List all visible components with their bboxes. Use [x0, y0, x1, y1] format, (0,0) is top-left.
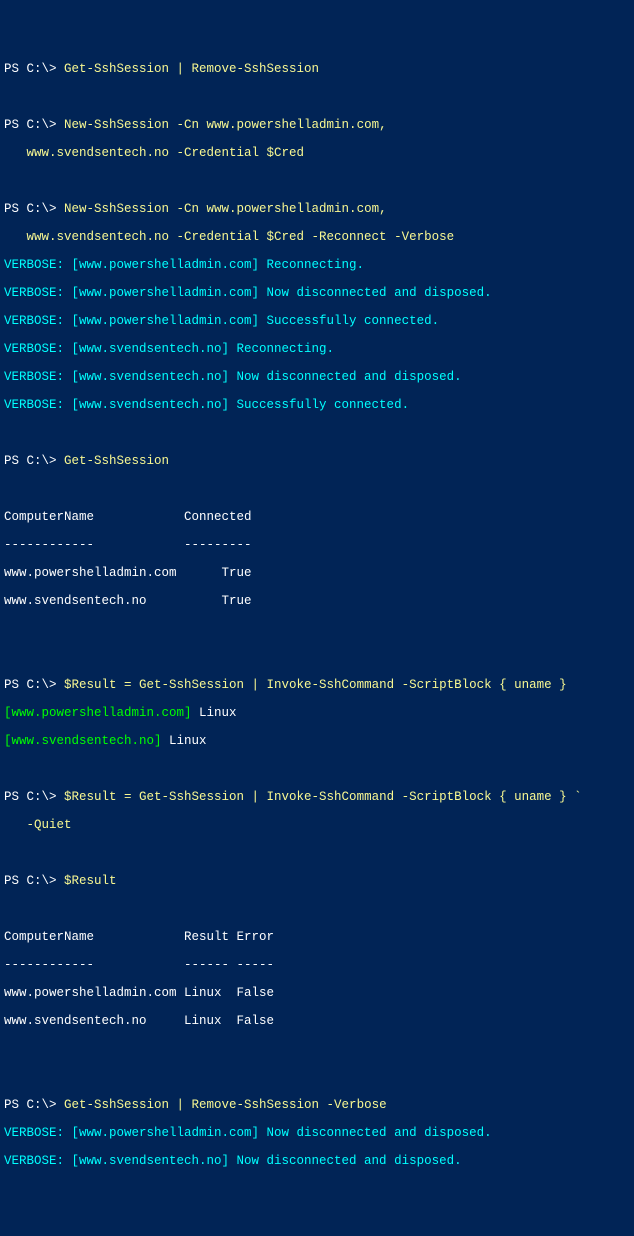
console-line[interactable]: PS C:\> $Result = Get-SshSession | Invok…: [4, 790, 630, 804]
blank-line: [4, 846, 630, 860]
prompt: PS C:\>: [4, 62, 64, 76]
verbose-output: VERBOSE: [www.svendsentech.no] Successfu…: [4, 398, 630, 412]
table-row: www.svendsentech.no True: [4, 594, 630, 608]
blank-line: [4, 1042, 630, 1056]
verbose-output: VERBOSE: [www.powershelladmin.com] Now d…: [4, 1126, 630, 1140]
command-text: New-SshSession -Cn www.powershelladmin.c…: [64, 118, 387, 132]
console-line[interactable]: PS C:\> Get-SshSession | Remove-SshSessi…: [4, 1098, 630, 1112]
prompt: PS C:\>: [4, 874, 64, 888]
command-text: $Result = Get-SshSession | Invoke-SshCom…: [64, 678, 567, 692]
console-line[interactable]: PS C:\> $Result: [4, 874, 630, 888]
command-text: Get-SshSession | Remove-SshSession: [64, 62, 319, 76]
result-text: Linux: [192, 706, 237, 720]
table-header-underline: ------------ ---------: [4, 538, 630, 552]
blank-line: [4, 426, 630, 440]
result-text: Linux: [162, 734, 207, 748]
prompt: PS C:\>: [4, 454, 64, 468]
command-continuation: www.svendsentech.no -Credential $Cred -R…: [4, 230, 630, 244]
blank-line: [4, 1070, 630, 1084]
command-text: Get-SshSession | Remove-SshSession -Verb…: [64, 1098, 387, 1112]
prompt: PS C:\>: [4, 118, 64, 132]
table-row: www.powershelladmin.com True: [4, 566, 630, 580]
host-bracket: [www.svendsentech.no]: [4, 734, 162, 748]
output-line: [www.svendsentech.no] Linux: [4, 734, 630, 748]
command-text: $Result: [64, 874, 117, 888]
console-line[interactable]: PS C:\> Get-SshSession | Remove-SshSessi…: [4, 62, 630, 76]
prompt: PS C:\>: [4, 678, 64, 692]
blank-line: [4, 174, 630, 188]
blank-line: [4, 762, 630, 776]
verbose-output: VERBOSE: [www.powershelladmin.com] Recon…: [4, 258, 630, 272]
blank-line: [4, 90, 630, 104]
blank-line: [4, 902, 630, 916]
verbose-output: VERBOSE: [www.svendsentech.no] Now disco…: [4, 370, 630, 384]
console-line[interactable]: PS C:\> New-SshSession -Cn www.powershel…: [4, 118, 630, 132]
console-line[interactable]: PS C:\> New-SshSession -Cn www.powershel…: [4, 202, 630, 216]
command-continuation: www.svendsentech.no -Credential $Cred: [4, 146, 630, 160]
prompt: PS C:\>: [4, 790, 64, 804]
blank-line: [4, 622, 630, 636]
host-bracket: [www.powershelladmin.com]: [4, 706, 192, 720]
command-text: New-SshSession -Cn www.powershelladmin.c…: [64, 202, 387, 216]
command-text: Get-SshSession: [64, 454, 169, 468]
table-header-underline: ------------ ------ -----: [4, 958, 630, 972]
prompt: PS C:\>: [4, 202, 64, 216]
command-text: $Result = Get-SshSession | Invoke-SshCom…: [64, 790, 582, 804]
blank-line: [4, 650, 630, 664]
verbose-output: VERBOSE: [www.svendsentech.no] Reconnect…: [4, 342, 630, 356]
verbose-output: VERBOSE: [www.svendsentech.no] Now disco…: [4, 1154, 630, 1168]
console-line[interactable]: PS C:\> Get-SshSession: [4, 454, 630, 468]
blank-line: [4, 482, 630, 496]
verbose-output: VERBOSE: [www.powershelladmin.com] Now d…: [4, 286, 630, 300]
table-row: www.powershelladmin.com Linux False: [4, 986, 630, 1000]
table-row: www.svendsentech.no Linux False: [4, 1014, 630, 1028]
command-continuation: -Quiet: [4, 818, 630, 832]
console-line[interactable]: PS C:\> $Result = Get-SshSession | Invok…: [4, 678, 630, 692]
table-header: ComputerName Result Error: [4, 930, 630, 944]
verbose-output: VERBOSE: [www.powershelladmin.com] Succe…: [4, 314, 630, 328]
prompt: PS C:\>: [4, 1098, 64, 1112]
table-header: ComputerName Connected: [4, 510, 630, 524]
output-line: [www.powershelladmin.com] Linux: [4, 706, 630, 720]
